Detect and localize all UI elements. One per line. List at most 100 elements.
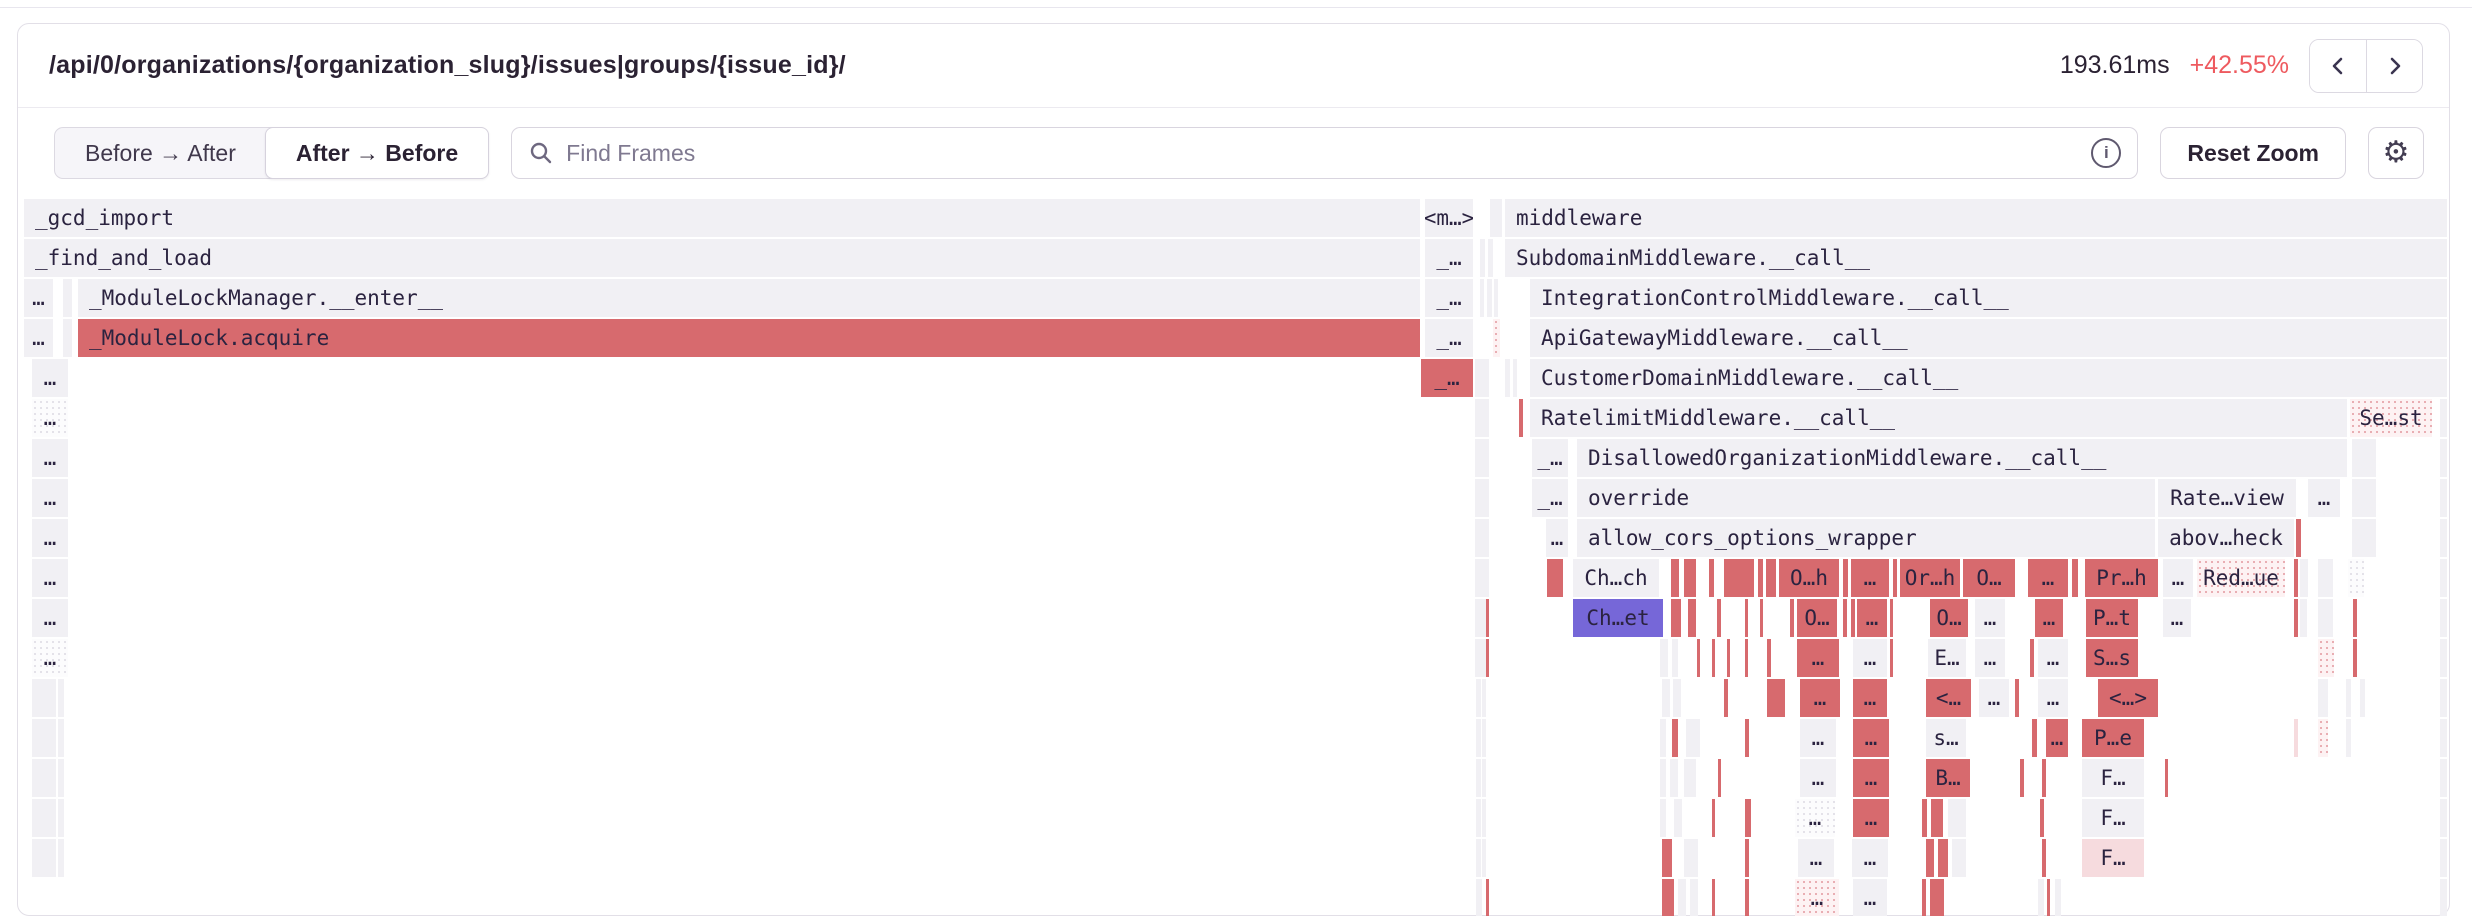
flame-frame[interactable] xyxy=(2353,639,2357,677)
flame-frame[interactable] xyxy=(2352,479,2376,517)
flame-frame[interactable] xyxy=(2440,639,2447,677)
flame-frame[interactable] xyxy=(1718,759,1721,797)
flame-frame[interactable]: F… xyxy=(2082,759,2144,797)
flame-frame[interactable]: … xyxy=(32,519,68,557)
flame-frame[interactable] xyxy=(2352,439,2376,477)
flame-frame[interactable] xyxy=(2165,759,2168,797)
flame-frame[interactable] xyxy=(1686,719,1700,757)
flame-frame[interactable] xyxy=(1745,719,1749,757)
flame-frame[interactable]: Or…h xyxy=(1900,559,1960,597)
flame-frame[interactable] xyxy=(2294,559,2298,597)
flame-frame[interactable]: IntegrationControlMiddleware.__call__ xyxy=(1530,279,2447,317)
flame-frame[interactable] xyxy=(2318,559,2333,597)
flame-frame[interactable] xyxy=(32,839,56,877)
flame-frame[interactable]: … xyxy=(1853,879,1887,916)
flame-frame[interactable] xyxy=(1662,879,1674,916)
flame-frame[interactable]: … xyxy=(1853,759,1889,797)
flame-frame[interactable] xyxy=(1482,759,1486,797)
flame-frame[interactable] xyxy=(1712,639,1715,677)
flame-frame[interactable] xyxy=(2353,599,2357,637)
flame-frame[interactable] xyxy=(2040,799,2044,837)
flame-frame[interactable] xyxy=(58,799,64,837)
flame-frame[interactable] xyxy=(1922,879,1926,916)
flame-frame[interactable]: … xyxy=(2163,559,2193,597)
flame-frame[interactable] xyxy=(1684,759,1696,797)
flame-frame[interactable] xyxy=(1712,879,1715,916)
flame-frame[interactable]: … xyxy=(1798,839,1834,877)
flame-frame[interactable] xyxy=(2300,599,2307,637)
flame-frame[interactable]: … xyxy=(2035,599,2063,637)
flame-frame[interactable] xyxy=(1938,839,1948,877)
flame-frame[interactable]: … xyxy=(1853,679,1887,717)
flame-frame[interactable] xyxy=(63,319,72,357)
flame-frame[interactable] xyxy=(1948,799,1966,837)
flame-frame[interactable] xyxy=(2042,839,2046,877)
flame-frame[interactable] xyxy=(1476,879,1482,916)
flame-frame[interactable]: Se…st xyxy=(2350,399,2432,437)
flame-frame[interactable]: _ModuleLockManager.__enter__ xyxy=(78,279,1420,317)
flame-frame[interactable] xyxy=(1505,359,1510,397)
flame-frame[interactable]: … xyxy=(2038,679,2068,717)
flame-frame[interactable] xyxy=(1843,599,1847,637)
flame-frame[interactable]: F… xyxy=(2082,839,2144,877)
flame-frame[interactable]: … xyxy=(32,399,68,437)
flame-frame[interactable] xyxy=(1475,399,1489,437)
flame-frame[interactable] xyxy=(1688,599,1696,637)
flame-frame[interactable] xyxy=(2348,559,2364,597)
flame-frame[interactable] xyxy=(1712,799,1715,837)
flame-frame[interactable] xyxy=(1493,319,1500,357)
flame-frame[interactable] xyxy=(2055,879,2061,916)
flame-frame[interactable]: … xyxy=(1795,879,1839,916)
flame-frame[interactable] xyxy=(32,799,56,837)
flame-frame[interactable] xyxy=(1717,599,1721,637)
flamegraph-canvas[interactable]: _gcd_import<m…>middleware_find_and_load_… xyxy=(0,0,2472,920)
flame-frame[interactable] xyxy=(1494,279,1498,317)
flame-frame[interactable] xyxy=(1486,639,1489,677)
flame-frame[interactable]: … xyxy=(1800,719,1836,757)
flame-frame[interactable] xyxy=(1790,599,1794,637)
flame-frame[interactable] xyxy=(2440,439,2447,477)
flame-frame[interactable]: _… xyxy=(1532,439,1568,477)
flame-frame[interactable] xyxy=(1476,719,1481,757)
flame-frame[interactable]: … xyxy=(1800,759,1836,797)
flame-frame[interactable] xyxy=(32,679,56,717)
flame-frame[interactable]: … xyxy=(2163,599,2191,637)
flame-frame[interactable] xyxy=(2294,599,2298,637)
flame-frame[interactable] xyxy=(2440,559,2447,597)
flame-frame[interactable] xyxy=(1660,719,1666,757)
flame-frame[interactable]: … xyxy=(1857,599,1887,637)
flame-frame[interactable]: DisallowedOrganizationMiddleware.__call_… xyxy=(1577,439,2347,477)
flame-frame[interactable] xyxy=(1482,799,1486,837)
flame-frame[interactable] xyxy=(2440,399,2447,437)
flame-frame[interactable]: … xyxy=(1975,599,2005,637)
flame-frame[interactable] xyxy=(1480,279,1484,317)
flame-frame[interactable] xyxy=(1671,559,1679,597)
flame-frame[interactable] xyxy=(1766,559,1776,597)
flame-frame[interactable] xyxy=(1475,599,1486,637)
flame-frame[interactable]: … xyxy=(32,599,68,637)
flame-frame[interactable] xyxy=(1890,639,1893,677)
flame-frame[interactable] xyxy=(1767,679,1785,717)
flame-frame[interactable] xyxy=(1662,679,1670,717)
flame-frame[interactable] xyxy=(2346,679,2351,717)
flame-frame[interactable]: … xyxy=(32,439,68,477)
flame-frame[interactable]: O… xyxy=(1930,599,1968,637)
flame-frame[interactable] xyxy=(1476,679,1481,717)
flame-frame[interactable]: s… xyxy=(1926,719,1966,757)
flame-frame[interactable] xyxy=(1475,519,1489,557)
flame-frame[interactable]: O…h xyxy=(1779,559,1839,597)
flame-frame[interactable]: O… xyxy=(1963,559,2015,597)
flame-frame[interactable]: _… xyxy=(1425,239,1473,277)
flame-frame[interactable] xyxy=(2318,639,2334,677)
flame-frame[interactable] xyxy=(1475,439,1489,477)
flame-frame[interactable]: F… xyxy=(2082,799,2144,837)
flame-frame[interactable] xyxy=(58,839,64,877)
flame-frame[interactable] xyxy=(1931,799,1943,837)
flame-frame[interactable]: B… xyxy=(1926,759,1970,797)
flame-frame[interactable]: … xyxy=(2308,479,2340,517)
flame-frame[interactable] xyxy=(2318,679,2328,717)
flame-frame[interactable] xyxy=(1660,759,1666,797)
flame-frame[interactable]: … xyxy=(1979,679,2009,717)
flame-frame[interactable] xyxy=(1660,639,1668,677)
flame-frame[interactable] xyxy=(2015,679,2019,717)
